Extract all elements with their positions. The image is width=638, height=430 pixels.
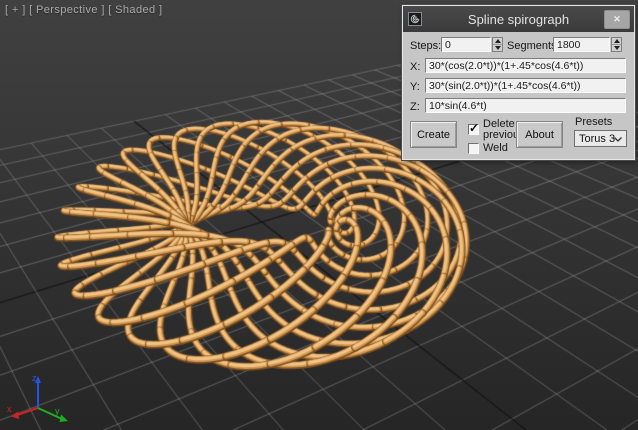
- check-icon: ✓: [469, 121, 480, 135]
- close-icon: ✕: [613, 14, 621, 24]
- segments-label: Segments:: [507, 40, 560, 52]
- z-axis-label: z: [32, 373, 37, 383]
- close-button[interactable]: ✕: [604, 10, 630, 29]
- y-expression-label: Y:: [410, 81, 420, 93]
- weld-label: Weld: [483, 142, 508, 154]
- dialog-title: Spline spirograph: [467, 11, 570, 27]
- presets-value: Torus 3: [579, 132, 616, 145]
- steps-label: Steps:: [410, 40, 442, 52]
- x-expression-input[interactable]: [425, 58, 626, 73]
- steps-spinner[interactable]: [492, 37, 503, 52]
- steps-input[interactable]: [441, 37, 491, 52]
- spinner-down-icon[interactable]: [494, 46, 501, 50]
- spinner-down-icon[interactable]: [613, 46, 620, 50]
- spline-spirograph-dialog: Spline spirograph ✕ Steps: Segments: X: …: [402, 5, 635, 160]
- y-axis: y: [37, 406, 68, 422]
- x-axis: x: [7, 404, 39, 419]
- x-axis-label: x: [7, 404, 12, 414]
- z-axis: z: [32, 373, 41, 408]
- chevron-down-icon: [614, 137, 622, 142]
- spinner-up-icon[interactable]: [613, 39, 620, 43]
- y-arrowhead-icon: [59, 414, 68, 422]
- dialog-titlebar[interactable]: Spline spirograph ✕: [403, 6, 634, 32]
- dialog-body: Steps: Segments: X: Y: Z: Create ✓ Delet…: [403, 32, 634, 159]
- y-expression-input[interactable]: [425, 78, 626, 93]
- segments-spinner[interactable]: [611, 37, 622, 52]
- z-expression-label: Z:: [410, 101, 420, 113]
- spirograph-icon: [408, 12, 422, 26]
- x-arrowhead-icon: [11, 411, 19, 419]
- presets-dropdown[interactable]: Torus 3: [574, 130, 627, 147]
- delete-previous-checkbox[interactable]: ✓: [468, 121, 480, 135]
- create-button[interactable]: Create: [410, 121, 457, 148]
- viewport-label[interactable]: [ + ] [ Perspective ] [ Shaded ]: [5, 4, 162, 16]
- weld-checkbox[interactable]: [468, 143, 479, 154]
- about-button[interactable]: About: [516, 121, 563, 148]
- spinner-up-icon[interactable]: [494, 39, 501, 43]
- y-axis-label: y: [55, 406, 60, 416]
- presets-label: Presets: [575, 116, 613, 128]
- world-axis-tripod: z x y: [7, 373, 68, 422]
- z-expression-input[interactable]: [425, 98, 626, 113]
- x-expression-label: X:: [410, 61, 421, 73]
- segments-input[interactable]: [553, 37, 610, 52]
